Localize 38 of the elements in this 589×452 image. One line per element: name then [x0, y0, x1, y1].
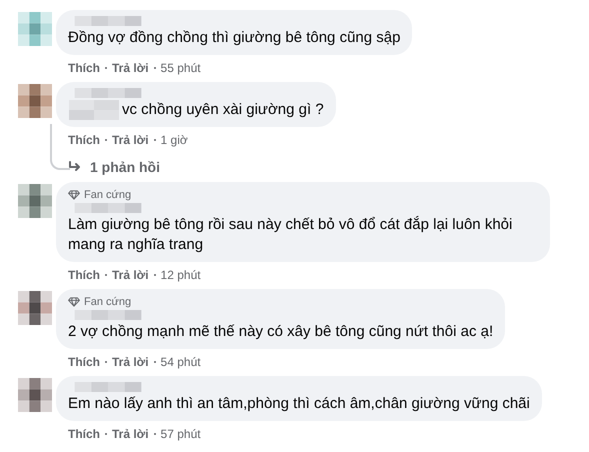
comment-time: 12 phút: [160, 267, 201, 283]
separator-dot: [105, 274, 107, 276]
comment-text: Em nào lấy anh thì an tâm,phòng thì cách âm,chân giường vững chãi: [68, 394, 530, 414]
separator-dot: [105, 361, 107, 363]
comment-time: 57 phút: [160, 426, 201, 442]
separator-dot: [105, 433, 107, 435]
thread-line: [50, 124, 70, 170]
comment-time: 54 phút: [160, 354, 201, 370]
like-link[interactable]: Thích: [68, 267, 100, 283]
separator-dot: [154, 361, 156, 363]
comment-time: 55 phút: [160, 60, 201, 76]
comment-time: 1 giờ: [160, 132, 188, 148]
blurred-text-drawing: [66, 100, 122, 120]
like-link[interactable]: Thích: [68, 426, 100, 442]
separator-dot: [154, 274, 156, 276]
diamond-icon: [68, 190, 80, 200]
reply-link[interactable]: Trả lời: [112, 60, 149, 76]
reply-link[interactable]: Trả lời: [112, 426, 149, 442]
badge-label: Fan cứng: [84, 296, 132, 308]
separator-dot: [105, 139, 107, 141]
reply-link[interactable]: Trả lời: [112, 267, 149, 283]
comment-text: vc chồng uyên xài giường gì ?: [122, 100, 324, 120]
view-replies-link[interactable]: 1 phản hồi: [68, 159, 160, 175]
badge-label: Fan cứng: [84, 188, 132, 200]
reply-arrow-icon: [68, 161, 82, 173]
like-link[interactable]: Thích: [68, 132, 100, 148]
comment-text: Làm giường bê tông rồi sau này chết bỏ vô đổ cát đắp lại luôn khỏi mang ra nghĩa trang: [68, 215, 514, 255]
comment-text: 2 vợ chồng mạnh mẽ thế này có xây bê tông cũng nứt thôi ac ạ!: [68, 322, 494, 342]
reply-link[interactable]: Trả lời: [112, 132, 149, 148]
reply-link[interactable]: Trả lời: [112, 354, 149, 370]
like-link[interactable]: Thích: [68, 354, 100, 370]
diamond-icon: [68, 296, 80, 306]
separator-dot: [154, 433, 156, 435]
like-link[interactable]: Thích: [68, 60, 100, 76]
separator-dot: [154, 139, 156, 141]
separator-dot: [105, 67, 107, 69]
comment-text: Đồng vợ đồng chồng thì giường bê tông cũng sập: [68, 28, 400, 48]
separator-dot: [154, 67, 156, 69]
